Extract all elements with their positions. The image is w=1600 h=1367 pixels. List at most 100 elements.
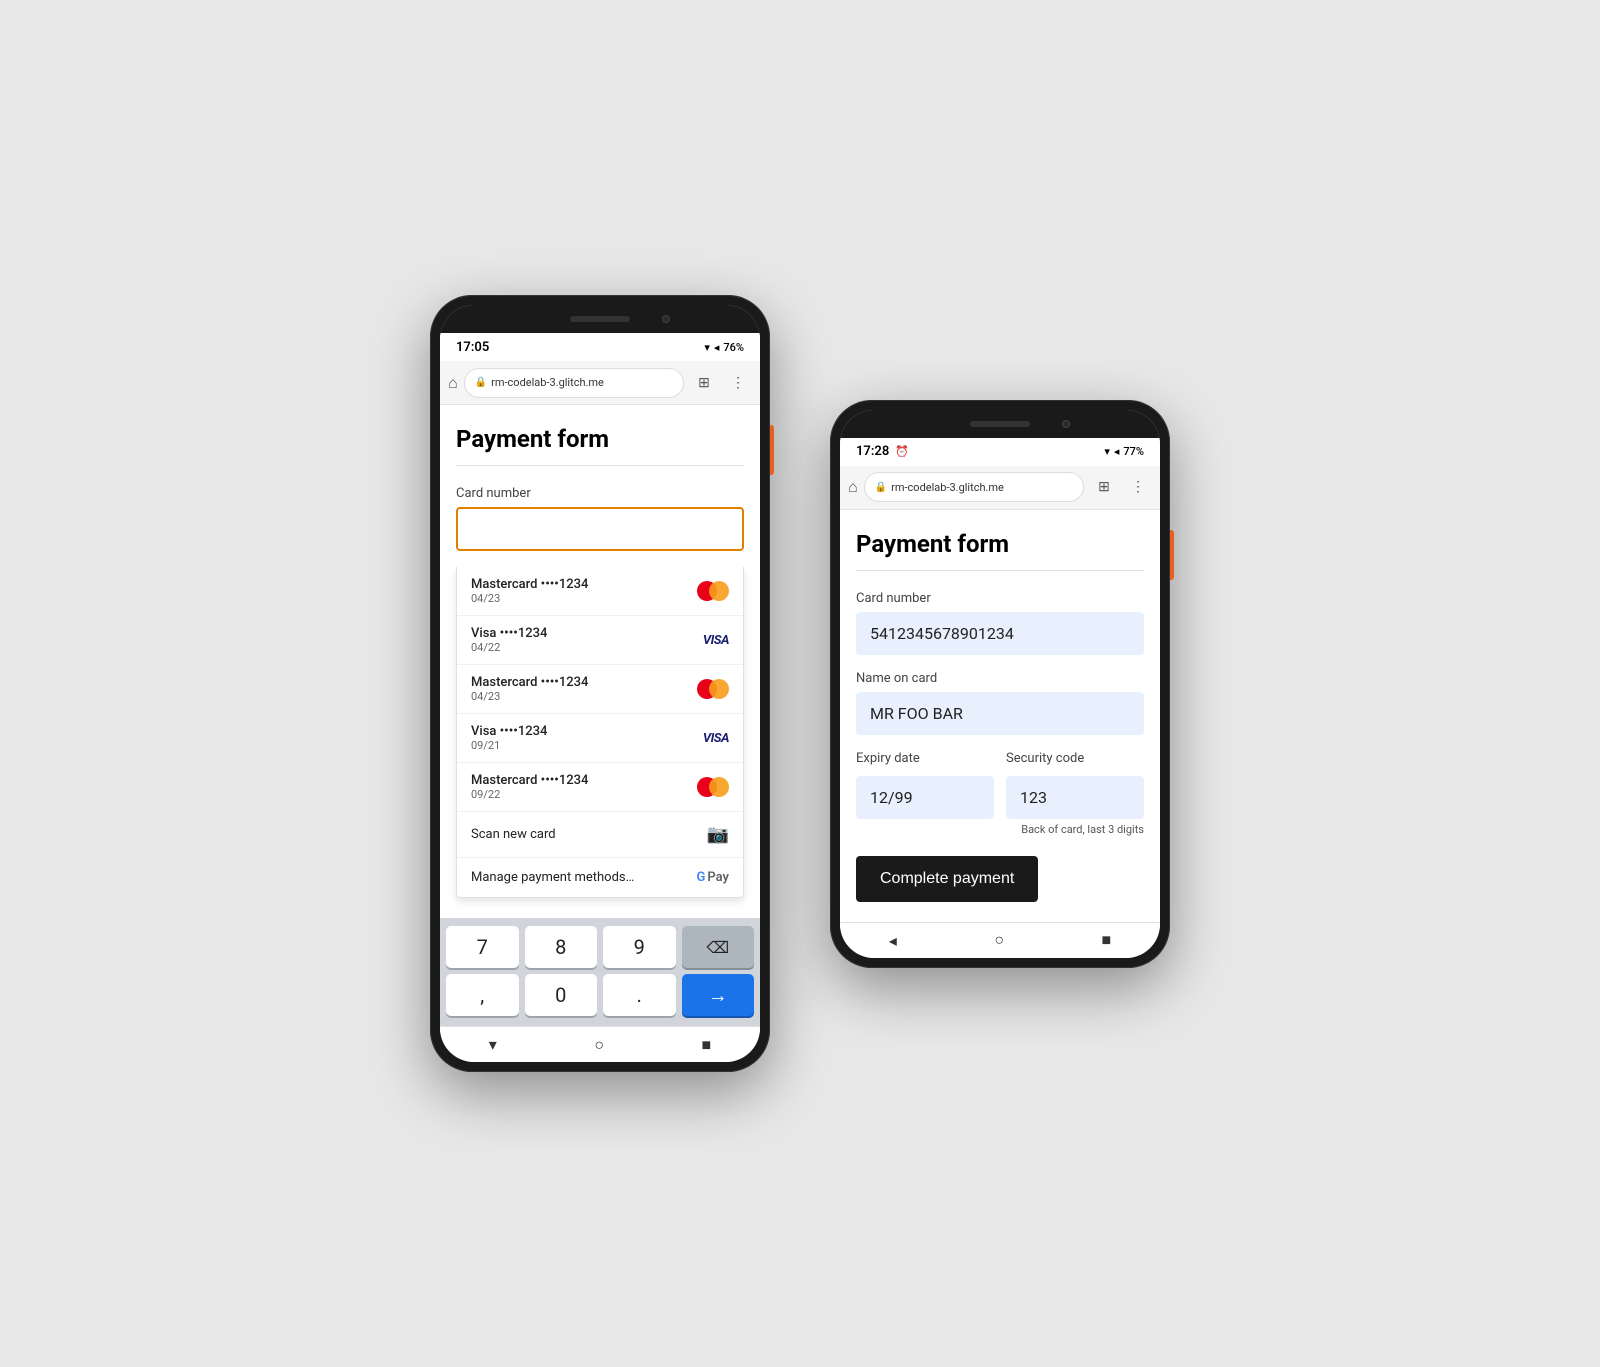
saved-card-4[interactable]: Visa ••••1234 09/21 VISA	[457, 714, 743, 763]
right-nav-recents-btn[interactable]: ■	[1102, 930, 1112, 950]
right-page-title: Payment form	[856, 530, 1144, 558]
right-nav-back-btn[interactable]: ◂	[889, 931, 897, 950]
speaker	[570, 316, 630, 322]
key-7[interactable]: 7	[446, 926, 519, 968]
key-0[interactable]: 0	[525, 974, 598, 1016]
left-page-title: Payment form	[456, 425, 744, 453]
card-brand-2: Visa ••••1234	[471, 626, 547, 641]
right-phone: 17:28 ⏰ ▾ ◂ 77% ⌂ 🔒 rm-codelab-3.glitch.…	[830, 400, 1170, 968]
keyboard-row-1: 7 8 9 ⌫	[446, 926, 754, 968]
key-comma[interactable]: ,	[446, 974, 519, 1016]
nav-back-btn[interactable]: ▾	[489, 1035, 497, 1054]
right-expiry-label: Expiry date	[856, 751, 994, 766]
manage-payment-item[interactable]: Manage payment methods… G Pay	[457, 858, 743, 897]
left-status-icons: ▾ ◂ 76%	[704, 341, 744, 354]
right-browser-bar: ⌂ 🔒 rm-codelab-3.glitch.me ⊞ ⋮	[840, 466, 1160, 510]
signal-icon: ◂	[714, 341, 720, 354]
right-more-btn[interactable]: ⋮	[1124, 473, 1152, 501]
card-brand-1: Mastercard ••••1234	[471, 577, 588, 592]
card-brand-5: Mastercard ••••1234	[471, 773, 588, 788]
right-tab-btn[interactable]: ⊞	[1090, 473, 1118, 501]
right-status-bar: 17:28 ⏰ ▾ ◂ 77%	[840, 438, 1160, 466]
left-card-dropdown: Mastercard ••••1234 04/23 Visa ••••1234 …	[456, 567, 744, 898]
camera-scan-icon: 📷	[707, 824, 729, 845]
right-battery-icon: 77%	[1123, 445, 1144, 458]
right-card-label: Card number	[856, 591, 1144, 606]
right-name-label: Name on card	[856, 671, 1144, 686]
card-brand-3: Mastercard ••••1234	[471, 675, 588, 690]
complete-payment-button[interactable]: Complete payment	[856, 856, 1038, 902]
saved-card-1[interactable]: Mastercard ••••1234 04/23	[457, 567, 743, 616]
right-phone-wrapper: 17:28 ⏰ ▾ ◂ 77% ⌂ 🔒 rm-codelab-3.glitch.…	[830, 400, 1170, 968]
left-status-bar: 17:05 ▾ ◂ 76%	[440, 333, 760, 361]
right-nav-bar: ◂ ○ ■	[840, 922, 1160, 958]
right-expiry-security-section: Expiry date Security code 12/99 123 Back…	[856, 751, 1144, 836]
saved-card-5[interactable]: Mastercard ••••1234 09/22	[457, 763, 743, 812]
card-expiry-5: 09/22	[471, 788, 588, 801]
right-status-icons: ▾ ◂ 77%	[1104, 445, 1144, 458]
right-top-bar	[840, 410, 1160, 438]
card-expiry-3: 04/23	[471, 690, 588, 703]
right-lock-icon: 🔒	[875, 482, 887, 493]
battery-icon: 76%	[723, 341, 744, 354]
right-page-content: Payment form Card number 541234567890123…	[840, 510, 1160, 922]
right-security-value[interactable]: 123	[1006, 776, 1144, 819]
card-brand-4: Visa ••••1234	[471, 724, 547, 739]
right-url-text: rm-codelab-3.glitch.me	[891, 481, 1004, 494]
g-icon: G	[697, 870, 706, 885]
right-name-section: Name on card MR FOO BAR	[856, 671, 1144, 735]
more-menu-btn[interactable]: ⋮	[724, 369, 752, 397]
card-expiry-4: 09/21	[471, 739, 547, 752]
right-wifi-icon: ▾	[1104, 445, 1110, 458]
key-backspace[interactable]: ⌫	[682, 926, 755, 968]
left-url-text: rm-codelab-3.glitch.me	[491, 376, 604, 389]
camera	[662, 315, 670, 323]
home-icon[interactable]: ⌂	[448, 373, 458, 393]
left-divider	[456, 465, 744, 466]
key-period[interactable]: .	[603, 974, 676, 1016]
left-card-input[interactable]	[456, 507, 744, 551]
right-speaker	[970, 421, 1030, 427]
card-expiry-1: 04/23	[471, 592, 588, 605]
left-url-box[interactable]: 🔒 rm-codelab-3.glitch.me	[464, 368, 684, 398]
card-info-4: Visa ••••1234 09/21	[471, 724, 547, 752]
card-info-5: Mastercard ••••1234 09/22	[471, 773, 588, 801]
manage-label: Manage payment methods…	[471, 870, 634, 885]
wifi-icon: ▾	[704, 341, 710, 354]
left-time: 17:05	[456, 340, 489, 355]
lock-icon: 🔒	[475, 377, 487, 388]
saved-card-3[interactable]: Mastercard ••••1234 04/23	[457, 665, 743, 714]
nav-home-btn[interactable]: ○	[594, 1035, 604, 1055]
key-9[interactable]: 9	[603, 926, 676, 968]
left-nav-bar: ▾ ○ ■	[440, 1026, 760, 1062]
key-next[interactable]: →	[682, 974, 755, 1016]
card-info-1: Mastercard ••••1234 04/23	[471, 577, 588, 605]
alarm-icon: ⏰	[895, 445, 909, 458]
right-card-value[interactable]: 5412345678901234	[856, 612, 1144, 655]
pay-text: Pay	[707, 870, 729, 885]
mastercard-icon-3	[697, 777, 729, 797]
saved-card-2[interactable]: Visa ••••1234 04/22 VISA	[457, 616, 743, 665]
nav-recents-btn[interactable]: ■	[702, 1035, 712, 1055]
scan-label: Scan new card	[471, 827, 556, 842]
right-url-box[interactable]: 🔒 rm-codelab-3.glitch.me	[864, 472, 1084, 502]
visa-icon-2: VISA	[703, 731, 729, 746]
right-nav-home-btn[interactable]: ○	[994, 930, 1004, 950]
scan-new-card-item[interactable]: Scan new card 📷	[457, 812, 743, 858]
left-page-content: Payment form Card number Mastercard ••••…	[440, 405, 760, 918]
tab-switcher-btn[interactable]: ⊞	[690, 369, 718, 397]
key-8[interactable]: 8	[525, 926, 598, 968]
right-expiry-value[interactable]: 12/99	[856, 776, 994, 819]
right-card-section: Card number 5412345678901234	[856, 591, 1144, 655]
visa-icon-1: VISA	[703, 633, 729, 648]
mastercard-icon-2	[697, 679, 729, 699]
card-expiry-2: 04/22	[471, 641, 547, 654]
right-name-value[interactable]: MR FOO BAR	[856, 692, 1144, 735]
left-phone: 17:05 ▾ ◂ 76% ⌂ 🔒 rm-codelab-3.glitch.me…	[430, 295, 770, 1072]
half-labels-row: Expiry date Security code	[856, 751, 1144, 772]
half-values-row: 12/99 123	[856, 776, 1144, 819]
right-divider	[856, 570, 1144, 571]
left-phone-wrapper: 17:05 ▾ ◂ 76% ⌂ 🔒 rm-codelab-3.glitch.me…	[430, 295, 770, 1072]
card-info-3: Mastercard ••••1234 04/23	[471, 675, 588, 703]
right-home-icon[interactable]: ⌂	[848, 477, 858, 497]
